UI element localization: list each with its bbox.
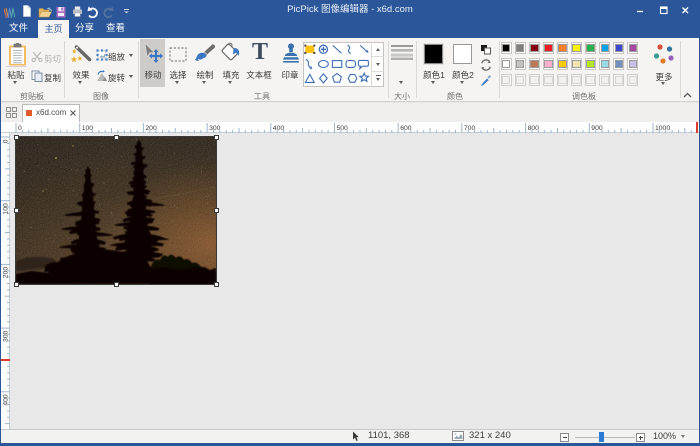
svg-text:300: 300 xyxy=(3,330,10,342)
svg-text:100: 100 xyxy=(3,203,10,215)
svg-text:600: 600 xyxy=(400,125,412,132)
svg-text:0: 0 xyxy=(3,139,10,143)
svg-text:400: 400 xyxy=(3,394,10,406)
svg-text:400: 400 xyxy=(273,125,285,132)
svg-text:500: 500 xyxy=(337,125,349,132)
svg-text:900: 900 xyxy=(591,125,603,132)
svg-text:1000: 1000 xyxy=(655,125,670,132)
svg-text:100: 100 xyxy=(82,125,94,132)
svg-text:800: 800 xyxy=(528,125,540,132)
svg-text:300: 300 xyxy=(209,125,221,132)
svg-text:700: 700 xyxy=(464,125,476,132)
svg-text:0: 0 xyxy=(18,125,22,132)
svg-text:200: 200 xyxy=(145,125,157,132)
svg-text:200: 200 xyxy=(3,267,10,279)
